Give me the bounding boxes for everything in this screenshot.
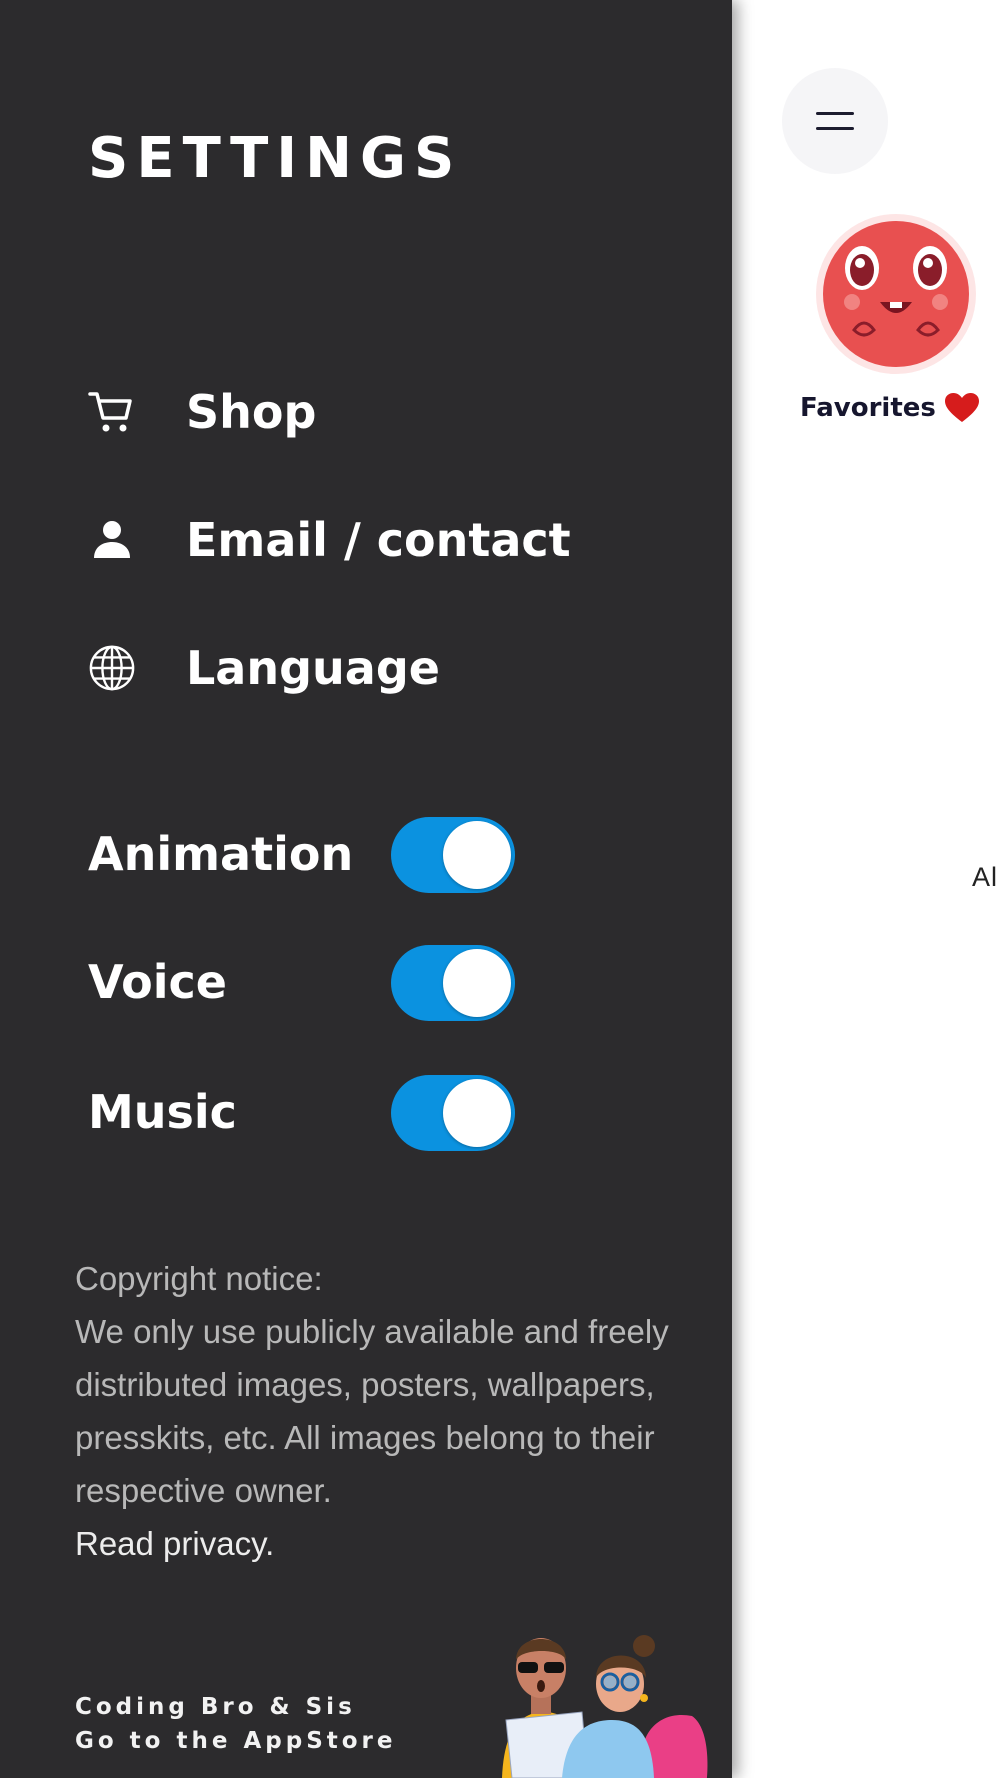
- copyright-notice: Copyright notice: We only use publicly a…: [75, 1252, 675, 1570]
- developers-illustration: [462, 1620, 712, 1778]
- menu-item-shop[interactable]: Shop: [88, 380, 316, 444]
- music-toggle[interactable]: [391, 1075, 515, 1151]
- music-setting: Music: [88, 1075, 528, 1151]
- developer-link[interactable]: Coding Bro & Sis Go to the AppStore: [75, 1690, 397, 1758]
- menu-item-label: Language: [186, 641, 440, 695]
- menu-button[interactable]: [782, 68, 888, 174]
- voice-label: Voice: [88, 955, 227, 1009]
- favorites-label[interactable]: Favorites: [800, 392, 1000, 424]
- drawer-title: SETTINGS: [88, 126, 463, 191]
- menu-item-label: Email / contact: [186, 513, 571, 567]
- copyright-body: We only use publicly available and freel…: [75, 1313, 669, 1509]
- animation-toggle[interactable]: [391, 817, 515, 893]
- hamburger-icon: [816, 112, 854, 115]
- settings-drawer: SETTINGS Shop Email / contact Language A…: [0, 0, 732, 1778]
- globe-icon: [88, 644, 136, 692]
- person-icon: [88, 516, 136, 564]
- cart-icon: [88, 388, 136, 436]
- appstore-link[interactable]: Go to the AppStore: [75, 1724, 397, 1758]
- animation-setting: Animation: [88, 817, 528, 893]
- developer-name: Coding Bro & Sis: [75, 1694, 356, 1720]
- partial-label: Al: [972, 862, 999, 892]
- privacy-link[interactable]: Read privacy.: [75, 1517, 675, 1570]
- animation-label: Animation: [88, 827, 354, 881]
- copyright-heading: Copyright notice:: [75, 1260, 323, 1297]
- heart-icon: [944, 393, 979, 422]
- menu-item-language[interactable]: Language: [88, 636, 440, 700]
- voice-setting: Voice: [88, 945, 528, 1021]
- cute-monster-icon: [816, 214, 976, 374]
- menu-item-label: Shop: [186, 385, 317, 439]
- favorites-avatar[interactable]: [814, 212, 978, 376]
- voice-toggle[interactable]: [391, 945, 515, 1021]
- music-label: Music: [88, 1085, 237, 1139]
- menu-item-email-contact[interactable]: Email / contact: [88, 508, 571, 572]
